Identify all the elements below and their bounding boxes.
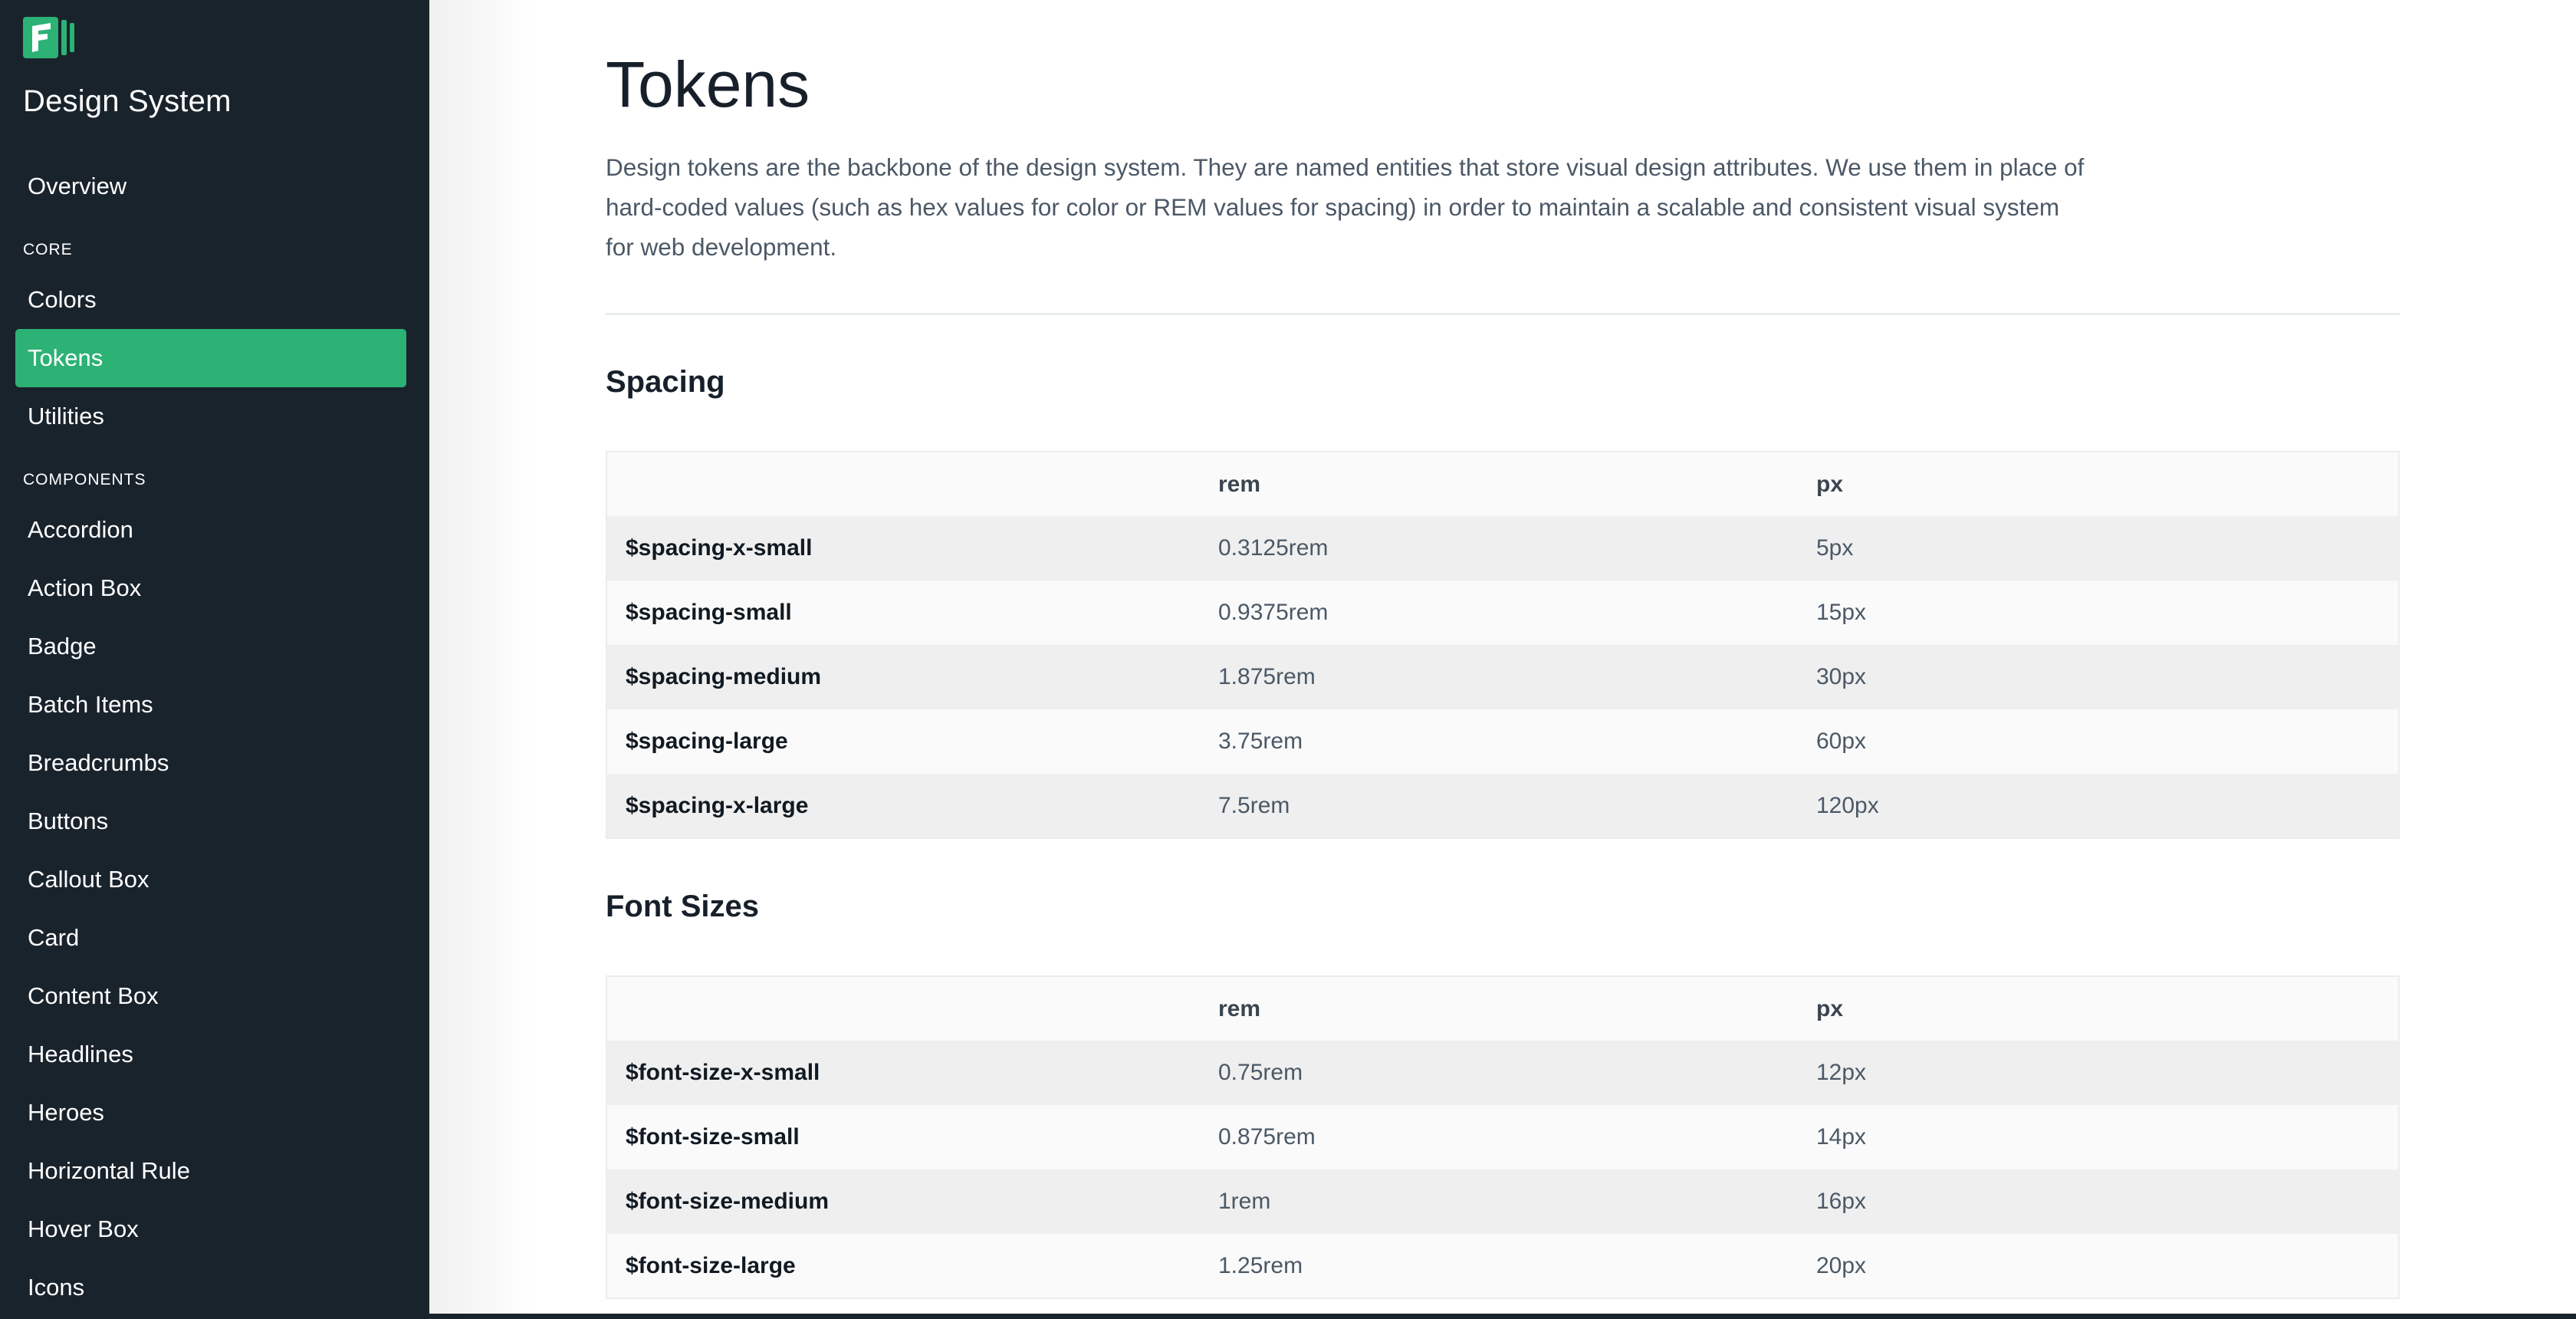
- table-header-rem: rem: [1218, 452, 1816, 516]
- table-row: $font-size-x-small 0.75rem 12px: [606, 1041, 2399, 1105]
- token-rem: 7.5rem: [1218, 792, 1290, 818]
- token-px: 14px: [1816, 1124, 1867, 1150]
- sidebar-item-breadcrumbs[interactable]: Breadcrumbs: [15, 734, 406, 792]
- token-px: 20px: [1816, 1252, 1867, 1278]
- token-px: 60px: [1816, 729, 1867, 754]
- token-rem: 3.75rem: [1218, 729, 1303, 754]
- token-px: 5px: [1816, 535, 1854, 561]
- sidebar-item-utilities[interactable]: Utilities: [15, 387, 406, 446]
- table-header-row: rem px: [606, 452, 2399, 516]
- sidebar-item-icons[interactable]: Icons: [15, 1258, 406, 1317]
- token-rem: 0.75rem: [1218, 1060, 1303, 1085]
- sidebar-item-overview[interactable]: Overview: [15, 157, 406, 215]
- intro-line: hard-coded values (such as hex values fo…: [606, 193, 2060, 221]
- sidebar-item-accordion[interactable]: Accordion: [15, 501, 406, 559]
- table-header-name: [606, 452, 1218, 516]
- sidebar-item-horizontal-rule[interactable]: Horizontal Rule: [15, 1142, 406, 1200]
- table-row: $font-size-small 0.875rem 14px: [606, 1105, 2399, 1169]
- intro-line: for web development.: [606, 233, 837, 261]
- token-name: $font-size-large: [626, 1252, 796, 1278]
- sidebar-item-batch-items[interactable]: Batch Items: [15, 676, 406, 734]
- table-header-rem: rem: [1218, 976, 1816, 1041]
- token-rem: 1.875rem: [1218, 664, 1316, 689]
- table-header-name: [606, 976, 1218, 1041]
- table-row: $font-size-large 1.25rem 20px: [606, 1234, 2399, 1298]
- sidebar-item-action-box[interactable]: Action Box: [15, 559, 406, 617]
- brand-name[interactable]: Design System: [23, 84, 232, 119]
- bottom-scrollbar-edge: [429, 1314, 2576, 1319]
- table-row: $spacing-x-large 7.5rem 120px: [606, 774, 2399, 838]
- sidebar-shadow: [429, 0, 537, 1319]
- sidebar-section-components: Components: [23, 471, 146, 488]
- sidebar-item-headlines[interactable]: Headlines: [15, 1025, 406, 1084]
- table-row: $spacing-large 3.75rem 60px: [606, 709, 2399, 774]
- token-name: $spacing-medium: [626, 664, 822, 689]
- token-name: $spacing-large: [626, 729, 788, 754]
- token-name: $font-size-x-small: [626, 1060, 820, 1085]
- sidebar-item-hover-box[interactable]: Hover Box: [15, 1200, 406, 1258]
- table-row: $spacing-x-small 0.3125rem 5px: [606, 516, 2399, 581]
- table-header-px: px: [1816, 452, 2399, 516]
- token-px: 12px: [1816, 1060, 1867, 1085]
- sidebar: Design System Overview Core Colors Token…: [0, 0, 429, 1319]
- token-px: 120px: [1816, 792, 1879, 818]
- table-header-px: px: [1816, 976, 2399, 1041]
- table-row: $font-size-medium 1rem 16px: [606, 1169, 2399, 1234]
- table-header-row: rem px: [606, 976, 2399, 1041]
- intro-line: Design tokens are the backbone of the de…: [606, 153, 2085, 181]
- token-name: $spacing-x-large: [626, 792, 809, 818]
- token-name: $font-size-small: [626, 1124, 800, 1150]
- token-rem: 1.25rem: [1218, 1252, 1303, 1278]
- table-row: $spacing-small 0.9375rem 15px: [606, 581, 2399, 645]
- token-name: $spacing-small: [626, 600, 792, 625]
- token-rem: 0.3125rem: [1218, 535, 1329, 561]
- sidebar-item-content-box[interactable]: Content Box: [15, 967, 406, 1025]
- token-name: $spacing-x-small: [626, 535, 813, 561]
- intro-paragraph: Design tokens are the backbone of the de…: [606, 147, 2108, 267]
- table-row: $spacing-medium 1.875rem 30px: [606, 645, 2399, 709]
- sidebar-item-card[interactable]: Card: [15, 909, 406, 967]
- brand-logo-icon[interactable]: [23, 15, 77, 61]
- spacing-table: rem px $spacing-x-small 0.3125rem 5px $s…: [606, 451, 2400, 839]
- sidebar-section-core: Core: [23, 241, 73, 258]
- token-rem: 1rem: [1218, 1189, 1271, 1214]
- divider: [606, 313, 2400, 315]
- sidebar-item-buttons[interactable]: Buttons: [15, 792, 406, 850]
- sidebar-item-callout-box[interactable]: Callout Box: [15, 850, 406, 909]
- token-name: $font-size-medium: [626, 1189, 830, 1214]
- token-px: 15px: [1816, 600, 1867, 625]
- sidebar-item-badge[interactable]: Badge: [15, 617, 406, 676]
- token-px: 16px: [1816, 1189, 1867, 1214]
- sidebar-item-tokens[interactable]: Tokens: [15, 329, 406, 387]
- sidebar-item-colors[interactable]: Colors: [15, 271, 406, 329]
- token-rem: 0.875rem: [1218, 1124, 1316, 1150]
- sidebar-item-heroes[interactable]: Heroes: [15, 1084, 406, 1142]
- token-px: 30px: [1816, 664, 1867, 689]
- token-rem: 0.9375rem: [1218, 600, 1329, 625]
- font-sizes-table: rem px $font-size-x-small 0.75rem 12px $…: [606, 975, 2400, 1299]
- page-title: Tokens: [606, 48, 810, 120]
- section-title-font-sizes: Font Sizes: [606, 890, 760, 923]
- section-title-spacing: Spacing: [606, 365, 725, 399]
